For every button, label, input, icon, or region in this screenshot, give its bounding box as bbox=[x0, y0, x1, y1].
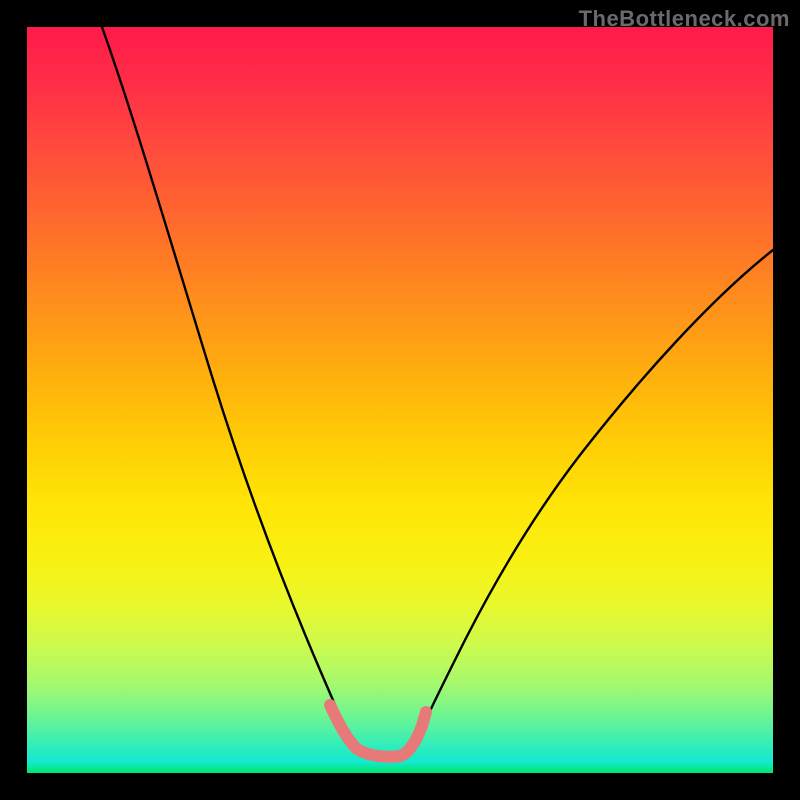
chart-container: TheBottleneck.com bbox=[0, 0, 800, 800]
plot-gradient-background bbox=[27, 27, 773, 773]
watermark-text: TheBottleneck.com bbox=[579, 6, 790, 32]
